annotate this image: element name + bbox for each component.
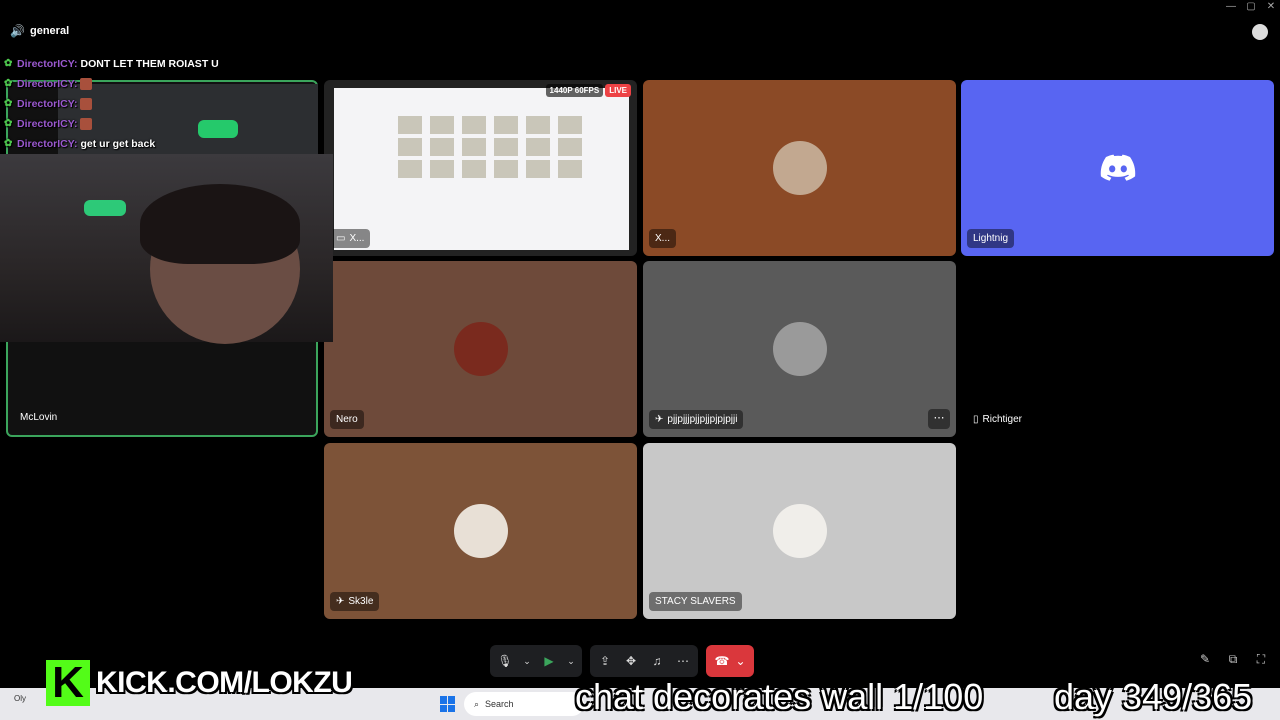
activities-icon[interactable]: ✥ <box>622 652 640 670</box>
kick-overlay: K KICK.COM/LOKZU <box>46 660 353 706</box>
chat-username: DirectorICY: <box>17 98 78 110</box>
hangup-icon: ☎ <box>714 654 730 668</box>
verified-badge-icon: ✿ <box>4 118 13 129</box>
tile-label-text: pjjpjjjpjjpjjpjpjpjji <box>667 414 738 425</box>
tile-sk3le[interactable]: ✈ Sk3le <box>324 443 637 619</box>
chevron-down-icon[interactable]: ⌄ <box>522 652 532 670</box>
chat-message: ✿ DirectorICY: <box>4 74 219 94</box>
close-icon[interactable]: ✕ <box>1266 2 1276 12</box>
avatar <box>453 504 508 558</box>
tile-label: ✈ pjjpjjjpjjpjjpjpjpjji <box>649 410 744 429</box>
chat-username: DirectorICY: <box>17 58 78 70</box>
minimize-icon[interactable]: — <box>1226 2 1236 12</box>
more-options-button[interactable]: ⋯ <box>928 409 950 429</box>
more-icon[interactable]: ⋯ <box>674 652 692 670</box>
avatar <box>453 322 508 376</box>
view-controls: ✎ ⧉ ⛶ <box>1198 652 1268 666</box>
neon-sign <box>84 200 126 216</box>
tile-nero[interactable]: Nero <box>324 261 637 437</box>
tile-pjjpjj[interactable]: ✈ pjjpjjjpjjpjjpjpjpjji ⋯ <box>643 261 956 437</box>
search-label: Search <box>485 699 514 709</box>
tile-richtiger[interactable]: ▯ Richtiger <box>961 261 1274 437</box>
chevron-down-icon[interactable]: ⌄ <box>735 654 745 668</box>
channel-name: general <box>30 25 70 37</box>
call-controls: 🎙 ⌄ ▶ ⌄ ⇪ ✥ ♫ ⋯ ☎ ⌄ <box>490 645 754 677</box>
tile-label: ✈ Sk3le <box>330 592 380 611</box>
search-icon: ⌕ <box>474 698 480 709</box>
tile-x[interactable]: X... <box>643 80 956 256</box>
tile-label: McLovin <box>20 412 58 423</box>
activity-group: ⇪ ✥ ♫ ⋯ <box>590 645 698 677</box>
deafened-icon: ✈ <box>336 596 345 607</box>
tile-label: STACY SLAVERS <box>649 592 742 611</box>
tile-label: ▭ X... <box>330 229 371 248</box>
shared-screen <box>334 88 629 250</box>
streamer-hair <box>140 184 300 264</box>
pin-icon[interactable]: ✎ <box>1198 652 1212 666</box>
chat-username: DirectorICY: <box>17 138 78 150</box>
chat-text: get ur get back <box>80 138 156 150</box>
stream-quality: 1440P 60FPS <box>545 84 604 97</box>
discord-logo-icon <box>1100 154 1135 181</box>
verified-badge-icon: ✿ <box>4 98 13 109</box>
speaker-icon: 🔊 <box>10 24 25 38</box>
chat-username: DirectorICY: <box>17 78 78 90</box>
emote-icon <box>80 98 93 110</box>
weather-widget[interactable]: Oly <box>14 694 26 703</box>
webcam-overlay <box>0 154 333 344</box>
microphone-icon[interactable]: 🎙 <box>496 652 514 670</box>
chat-message: ✿ DirectorICY: DONT LET THEM ROIAST U <box>4 54 219 74</box>
tile-label-text: X... <box>349 233 365 244</box>
tile-lightnig[interactable]: Lightnig <box>961 80 1274 256</box>
stream-badge: 1440P 60FPS LIVE <box>545 84 631 97</box>
chat-username: DirectorICY: <box>17 118 78 130</box>
windows-start-icon[interactable] <box>440 696 456 712</box>
live-badge: LIVE <box>605 84 631 97</box>
tile-screen-share[interactable]: 1440P 60FPS LIVE ▭ X... <box>324 80 637 256</box>
mic-camera-group: 🎙 ⌄ ▶ ⌄ <box>490 645 582 677</box>
deafened-icon: ✈ <box>655 414 664 425</box>
tile-label-text: Sk3le <box>348 596 374 607</box>
tile-label: X... <box>649 229 677 248</box>
kick-logo: K <box>46 660 90 706</box>
camera-icon[interactable]: ▶ <box>540 652 558 670</box>
chat-message: ✿ DirectorICY: get ur get back <box>4 134 219 154</box>
maximize-icon[interactable]: ▢ <box>1246 2 1256 12</box>
day-counter: day 349/365 <box>1054 676 1253 717</box>
emote-icon <box>80 118 93 130</box>
chevron-down-icon[interactable]: ⌄ <box>566 652 576 670</box>
verified-badge-icon: ✿ <box>4 58 13 69</box>
screen-share-icon[interactable]: ⇪ <box>596 652 614 670</box>
verified-badge-icon: ✿ <box>4 138 13 149</box>
tile-label: ▯ Richtiger <box>967 410 1028 429</box>
tile-label-text: Richtiger <box>982 414 1022 425</box>
chat-text: DONT LET THEM ROIAST U <box>80 58 219 70</box>
verified-badge-icon: ✿ <box>4 78 13 89</box>
avatar <box>772 504 827 558</box>
chat-message: ✿ DirectorICY: <box>4 114 219 134</box>
fullscreen-icon[interactable]: ⛶ <box>1254 652 1268 666</box>
mobile-icon: ▯ <box>973 414 979 425</box>
avatar <box>772 141 827 195</box>
chat-message: ✿ DirectorICY: <box>4 94 219 114</box>
chat-icon[interactable] <box>1252 24 1268 40</box>
goal-text: chat decorates wall 1/100 <box>575 676 984 717</box>
avatar <box>772 322 827 376</box>
chat-overlay: ✿ DirectorICY: DONT LET THEM ROIAST U ✿ … <box>4 54 219 154</box>
channel-header: 🔊 general <box>10 24 69 38</box>
popout-icon[interactable]: ⧉ <box>1226 652 1240 666</box>
tile-label: Lightnig <box>967 229 1015 248</box>
taskbar-search[interactable]: ⌕ Search <box>464 692 584 716</box>
emote-icon <box>80 78 93 90</box>
screen-share-icon: ▭ <box>336 233 346 244</box>
screen-thumbnails <box>398 116 582 178</box>
tile-stacy-slavers[interactable]: STACY SLAVERS <box>643 443 956 619</box>
call-window: — ▢ ✕ 🔊 general McLovin 1440P 60FPS LIVE… <box>0 0 1280 720</box>
soundboard-icon[interactable]: ♫ <box>648 652 666 670</box>
hangup-button[interactable]: ☎ ⌄ <box>706 645 754 677</box>
kick-url: KICK.COM/LOKZU <box>96 666 353 699</box>
window-controls: — ▢ ✕ <box>1226 2 1276 12</box>
tile-label: Nero <box>330 410 364 429</box>
